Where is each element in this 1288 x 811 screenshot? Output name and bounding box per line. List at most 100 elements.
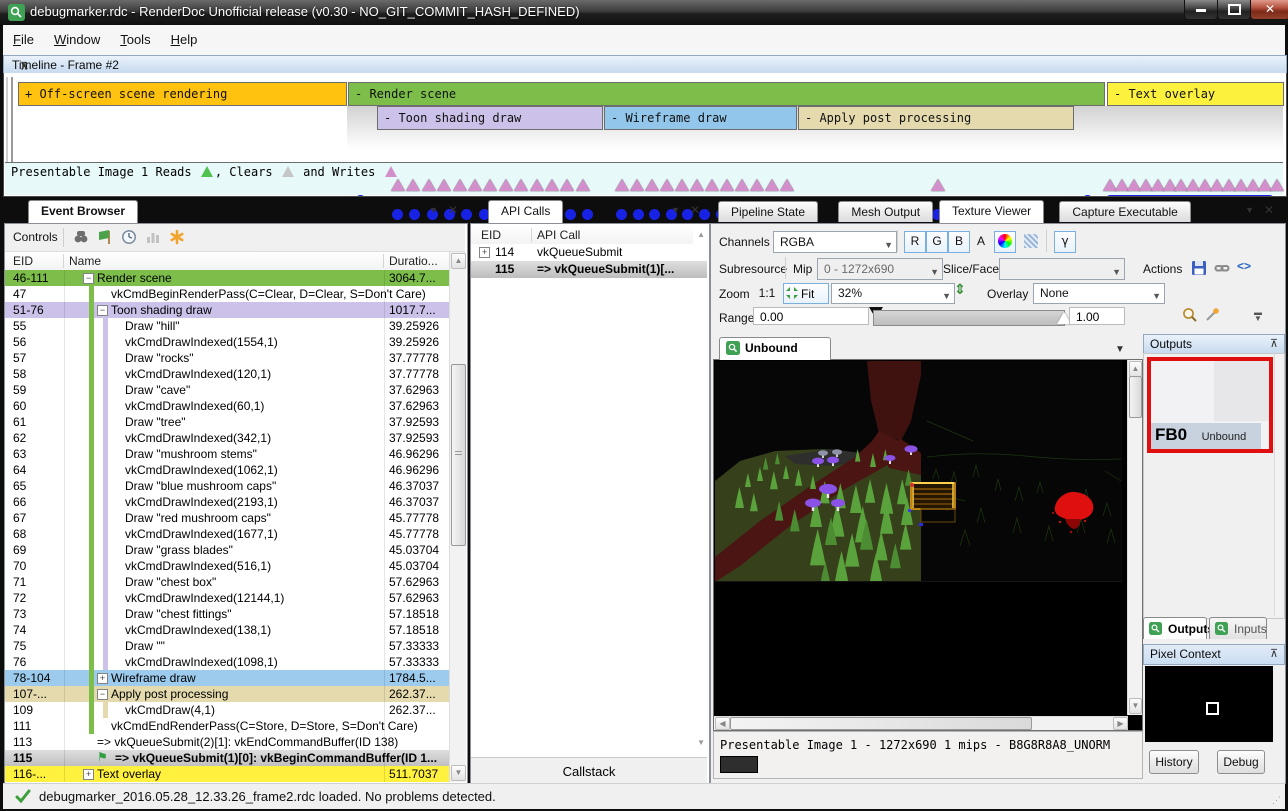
maximize-button[interactable] <box>1217 0 1251 20</box>
red-channel-button[interactable]: R <box>904 231 926 253</box>
event-row[interactable]: 76vkCmdDrawIndexed(1098,1)57.33333 <box>5 654 449 670</box>
texture-viewport[interactable]: ▲ ▼ ◀ ▶ <box>713 359 1143 731</box>
event-row[interactable]: 46-111−Render scene3064.7... <box>5 270 449 286</box>
close-icon[interactable]: ✕ <box>690 203 700 217</box>
write-marker-triangle[interactable] <box>391 179 405 191</box>
write-marker-triangle[interactable] <box>615 179 629 191</box>
outputs-scrollbar[interactable] <box>1274 354 1284 616</box>
close-icon[interactable]: ✕ <box>1264 203 1274 217</box>
menu-tools[interactable]: Tools <box>110 25 160 47</box>
tab-mesh-output[interactable]: Mesh Output <box>838 201 933 222</box>
event-row[interactable]: 56vkCmdDrawIndexed(1554,1)39.25926 <box>5 334 449 350</box>
write-marker-triangle[interactable] <box>630 179 644 191</box>
scrollbar-thumb[interactable] <box>1129 376 1142 418</box>
event-row[interactable]: 62vkCmdDrawIndexed(342,1)37.92593 <box>5 430 449 446</box>
expand-icon[interactable]: + <box>83 769 94 780</box>
tab-inputs[interactable]: Inputs <box>1209 617 1267 639</box>
write-marker-triangle[interactable] <box>750 179 764 191</box>
event-row[interactable]: 69Draw "grass blades"45.03704 <box>5 542 449 558</box>
collapse-icon[interactable]: − <box>97 689 108 700</box>
write-marker-triangle[interactable] <box>422 179 436 191</box>
expand-icon[interactable]: + <box>479 247 490 258</box>
zoom-level-select[interactable]: 32%▼ <box>831 283 955 304</box>
event-list-scrollbar[interactable]: ▲ ▼ <box>449 252 466 782</box>
tab-pipeline-state[interactable]: Pipeline State <box>718 201 818 222</box>
collapse-icon[interactable]: − <box>83 273 94 284</box>
write-marker-triangle[interactable] <box>437 179 451 191</box>
event-row[interactable]: 67Draw "red mushroom caps"45.77778 <box>5 510 449 526</box>
viewer-hscrollbar[interactable]: ◀ ▶ <box>714 716 1128 730</box>
write-marker-triangle[interactable] <box>560 179 574 191</box>
write-marker-triangle[interactable] <box>735 179 749 191</box>
event-row[interactable]: 65Draw "blue mushroom caps"46.37037 <box>5 478 449 494</box>
event-row[interactable]: 61Draw "tree"37.92593 <box>5 414 449 430</box>
chevron-down-icon[interactable]: ▼ <box>671 205 680 215</box>
timeline-marker-subsection[interactable]: - Toon shading draw <box>377 106 603 130</box>
close-icon[interactable]: ✕ <box>448 203 458 217</box>
timer-clock-icon[interactable] <box>121 229 137 245</box>
tab-outputs[interactable]: Outputs <box>1143 617 1207 639</box>
menu-window[interactable]: Window <box>44 25 110 47</box>
event-row[interactable]: 78-104+Wireframe draw1784.5... <box>5 670 449 686</box>
checkerboard-icon[interactable] <box>1020 231 1042 253</box>
pin-icon[interactable]: ⊼ <box>1270 337 1278 350</box>
write-marker-triangle[interactable] <box>660 179 674 191</box>
texture-image[interactable] <box>715 361 1122 582</box>
timeline-header[interactable]: Timeline - Frame #2 ⊼ ✕ <box>3 55 1287 75</box>
write-marker-triangle[interactable] <box>931 179 945 191</box>
title-bar[interactable]: debugmarker.rdc - RenderDoc Unofficial r… <box>0 0 1288 26</box>
close-icon[interactable]: ✕ <box>20 60 29 73</box>
event-row[interactable]: 60vkCmdDrawIndexed(60,1)37.62963 <box>5 398 449 414</box>
write-marker-triangle[interactable] <box>545 179 559 191</box>
range-min-field[interactable]: 0.00 <box>753 307 869 325</box>
zoom-range-icon[interactable] <box>1182 307 1198 323</box>
timeline-marker-subsection[interactable]: - Apply post processing <box>798 106 1074 130</box>
chevron-down-icon[interactable]: ▼ <box>429 205 438 215</box>
pixel-context-view[interactable] <box>1145 666 1273 742</box>
write-marker-triangle[interactable] <box>406 179 420 191</box>
event-row[interactable]: 66vkCmdDrawIndexed(2193,1)46.37037 <box>5 494 449 510</box>
scroll-left-icon[interactable]: ◀ <box>715 717 730 730</box>
outputs-header[interactable]: Outputs ⊼ <box>1143 334 1285 355</box>
timeline-marker-section[interactable]: + Off-screen scene rendering <box>18 82 347 106</box>
write-marker-triangle[interactable] <box>720 179 734 191</box>
event-row[interactable]: 63Draw "mushroom stems"46.96296 <box>5 446 449 462</box>
api-list-header[interactable]: EID API Call <box>471 226 693 245</box>
scroll-up-icon[interactable]: ▲ <box>1129 361 1142 377</box>
timeline-marker-section[interactable]: - Render scene <box>348 82 1105 106</box>
slice-face-select[interactable]: ▼ <box>999 258 1125 280</box>
tab-texture-viewer[interactable]: Texture Viewer <box>939 200 1044 223</box>
statistics-chart-icon[interactable] <box>145 229 161 245</box>
write-marker-triangle[interactable] <box>576 179 590 191</box>
custom-action-asterisk-icon[interactable] <box>169 229 185 245</box>
tab-texture-unbound[interactable]: Unbound <box>719 337 831 360</box>
write-marker-triangle[interactable] <box>705 179 719 191</box>
write-marker-triangle[interactable] <box>645 179 659 191</box>
blue-channel-button[interactable]: B <box>948 231 970 253</box>
event-row[interactable]: 115⚑=> vkQueueSubmit(1)[0]: vkBeginComma… <box>5 750 449 766</box>
write-marker-triangle[interactable] <box>1270 179 1284 191</box>
scroll-down-icon[interactable]: ▼ <box>1129 698 1142 714</box>
open-in-code-icon[interactable]: <> <box>1237 259 1251 273</box>
timeline-marker-section[interactable]: - Text overlay <box>1107 82 1284 106</box>
write-marker-triangle[interactable] <box>483 179 497 191</box>
event-row[interactable]: 64vkCmdDrawIndexed(1062,1)46.96296 <box>5 462 449 478</box>
api-call-row[interactable]: 115=> vkQueueSubmit(1)[... <box>471 261 707 278</box>
fb0-thumbnail[interactable]: FB0 Unbound <box>1147 357 1273 453</box>
api-call-row[interactable]: +114vkQueueSubmit <box>471 244 707 261</box>
write-marker-triangle[interactable] <box>453 179 467 191</box>
gamma-button[interactable]: γ <box>1054 231 1076 253</box>
mip-select[interactable]: 0 - 1272x690▼ <box>817 258 943 280</box>
history-button[interactable]: History <box>1149 750 1199 774</box>
expand-icon[interactable]: + <box>97 673 108 684</box>
event-row[interactable]: 72vkCmdDrawIndexed(12144,1)57.62963 <box>5 590 449 606</box>
save-icon[interactable] <box>1191 260 1207 276</box>
autofit-wand-icon[interactable] <box>1204 307 1220 323</box>
tab-event-browser[interactable]: Event Browser <box>28 200 138 223</box>
event-row[interactable]: 111vkCmdEndRenderPass(C=Store, D=Store, … <box>5 718 449 734</box>
scroll-down-icon[interactable]: ▼ <box>451 765 466 781</box>
green-channel-button[interactable]: G <box>926 231 948 253</box>
chevron-down-icon[interactable]: ▼ <box>1245 205 1254 215</box>
menu-file[interactable]: File <box>3 25 44 47</box>
timeline-panel[interactable]: + Off-screen scene rendering- Render sce… <box>3 73 1287 197</box>
